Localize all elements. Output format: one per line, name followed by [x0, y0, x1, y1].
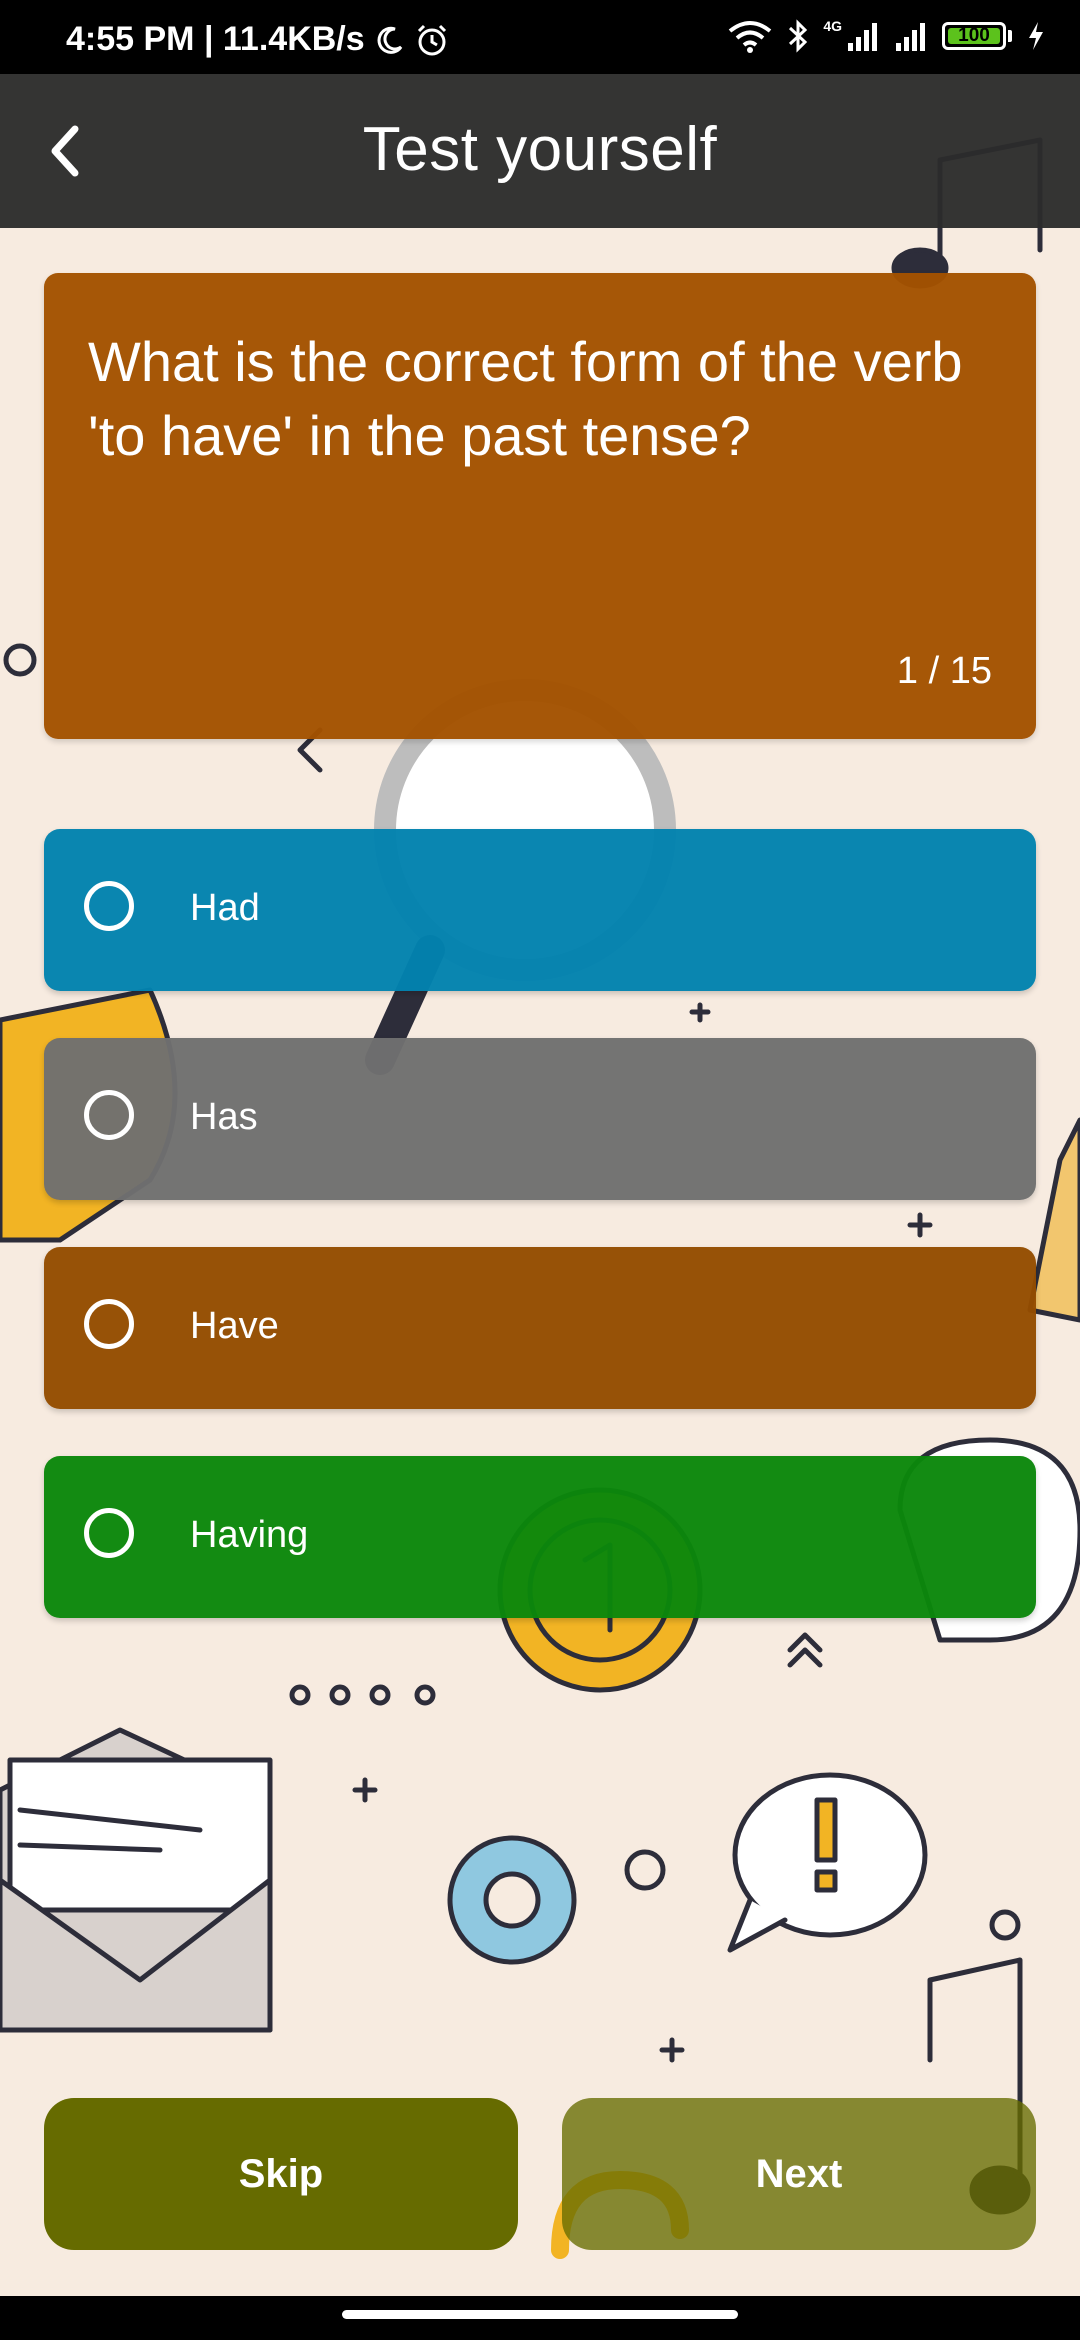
battery-icon: 100 — [942, 22, 1006, 50]
answer-label: Has — [190, 1096, 258, 1138]
status-bar: 4:55 PM | 11.4KB/s 4G 100 — [0, 0, 1080, 74]
question-card: What is the correct form of the verb 'to… — [44, 273, 1036, 739]
app-bar: Test yourself — [0, 74, 1080, 228]
radio-unchecked-icon[interactable] — [84, 881, 134, 931]
signal-icon — [896, 23, 925, 51]
next-button[interactable]: Next — [562, 2098, 1036, 2250]
charging-icon — [1029, 22, 1043, 50]
wifi-icon — [729, 21, 772, 53]
alarm-icon — [417, 24, 446, 55]
status-time-speed: 4:55 PM | 11.4KB/s — [66, 20, 365, 58]
network-badge: 4G — [823, 18, 842, 34]
answer-label: Had — [190, 887, 260, 929]
radio-unchecked-icon[interactable] — [84, 1508, 134, 1558]
answer-label: Have — [190, 1305, 279, 1347]
system-nav-bar — [0, 2296, 1080, 2340]
answer-option-had[interactable]: Had — [44, 829, 1036, 991]
battery-level: 100 — [958, 25, 990, 46]
answer-option-have[interactable]: Have — [44, 1247, 1036, 1409]
home-gesture-bar[interactable] — [342, 2310, 738, 2319]
question-text: What is the correct form of the verb 'to… — [88, 330, 963, 467]
page-title: Test yourself — [362, 115, 718, 184]
radio-unchecked-icon[interactable] — [84, 1299, 134, 1349]
answer-label: Having — [190, 1514, 309, 1556]
signal-icon — [848, 23, 877, 51]
answer-option-has[interactable]: Has — [44, 1038, 1036, 1200]
skip-button[interactable]: Skip — [44, 2098, 518, 2250]
bluetooth-icon — [789, 19, 808, 53]
question-counter: 1 / 15 — [896, 650, 992, 692]
answer-option-having[interactable]: Having — [44, 1456, 1036, 1618]
moon-icon — [377, 26, 402, 54]
radio-unchecked-icon[interactable] — [84, 1090, 134, 1140]
